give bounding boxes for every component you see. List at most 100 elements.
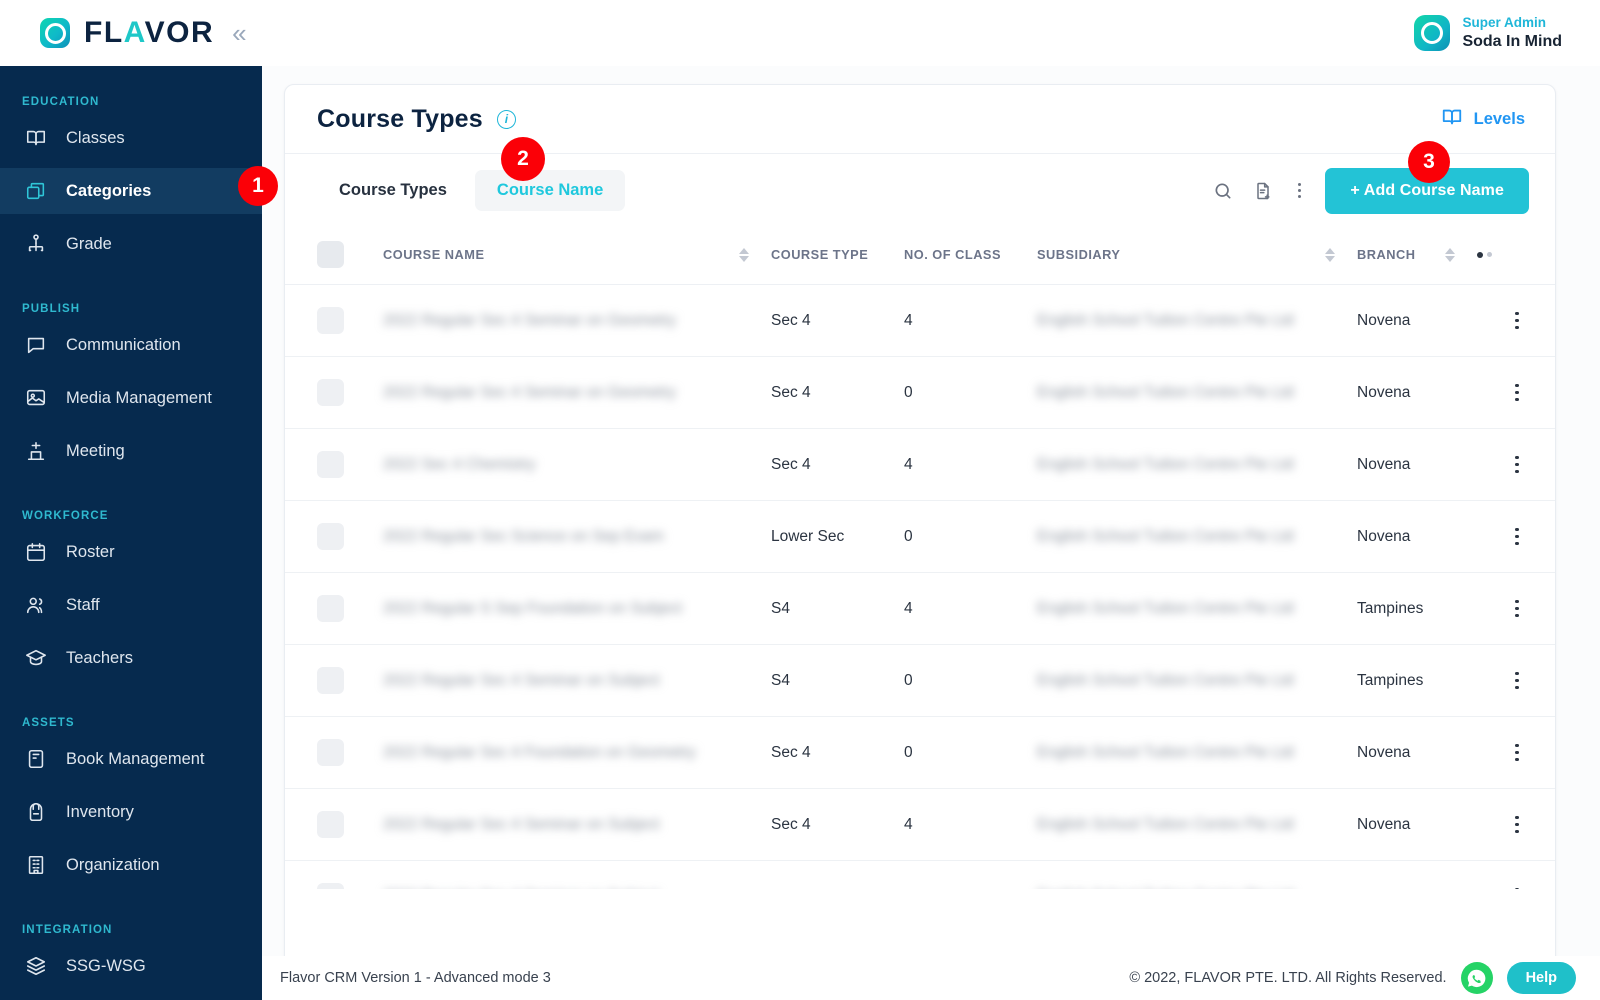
row-select-cell [285,788,383,861]
table-row[interactable]: 2022 Regular S Sep Foundation on Subject… [285,572,1555,645]
sidebar-item-inventory[interactable]: Inventory [0,789,262,835]
chevrons-left-icon[interactable]: « [232,20,246,46]
row-more-icon[interactable] [1477,671,1555,690]
row-checkbox[interactable] [317,739,344,766]
sidebar-item-media-management[interactable]: Media Management [0,375,262,421]
info-circle-icon[interactable]: i [496,109,516,129]
table-row[interactable]: 2022 Regular Sec 4 Seminar on Subject Sec… [285,788,1555,861]
building-icon [24,853,48,877]
graduation-cap-icon [24,646,48,670]
sidebar-item-label: Organization [66,855,160,874]
cell-no-of-class: 0 [904,500,1037,573]
table-row[interactable]: 2022 Sec 4 Chemistry Sec 4 4 English School… [285,428,1555,501]
sidebar-group-assets: ASSETS [22,717,75,729]
cell-course-type: Sec 4 [771,428,904,501]
cell-row-actions [1477,788,1555,861]
row-checkbox[interactable] [317,667,344,694]
sidebar-item-staff[interactable]: Staff [0,582,262,628]
sidebar-item-organization[interactable]: Organization [0,842,262,888]
table-row[interactable]: 2022 Regular Sec 4 Seminar on Geometry Se… [285,356,1555,429]
user-name: Soda In Mind [1462,33,1562,51]
sort-icon-course-name[interactable] [739,247,749,262]
row-checkbox[interactable] [317,379,344,406]
table-row[interactable]: 2022 Regular Sec 4 Foundation on Geometr… [285,716,1555,789]
row-checkbox[interactable] [317,883,344,889]
sidebar-item-ssg-wsg[interactable]: SSG-WSG [0,943,262,989]
cell-no-of-class: 0 [904,356,1037,429]
th-branch[interactable]: BRANCH [1357,227,1477,285]
table-row[interactable]: 2022 Regular Sec 4 Seminar on Geometry Se… [285,284,1555,357]
cell-course-name: 2022 Regular Sec 4 Seminar on Geometry [383,284,771,357]
row-more-icon[interactable] [1477,383,1555,402]
cell-row-actions [1477,860,1555,889]
row-checkbox[interactable] [317,307,344,334]
row-checkbox[interactable] [317,811,344,838]
table-header: COURSE NAME COURSE TYPE NO. OF CLASS SUB… [285,227,1555,285]
row-checkbox[interactable] [317,451,344,478]
row-more-icon[interactable] [1477,887,1555,889]
row-more-icon[interactable] [1477,599,1555,618]
sidebar-item-classes[interactable]: Classes [0,115,262,161]
cell-row-actions [1477,716,1555,789]
row-checkbox[interactable] [317,523,344,550]
tab-list[interactable]: Course Types Course Name [317,170,626,211]
row-select-cell [285,284,383,357]
subsidiary-value: English School Tuition Centre Pte Ltd [1037,599,1294,617]
row-more-icon[interactable] [1477,455,1555,474]
row-select-cell [285,356,383,429]
export-file-icon[interactable] [1252,180,1274,202]
sidebar[interactable]: EDUCATION Classes Categories Grade PUBLISH Co… [0,66,262,1000]
cell-no-of-class: 4 [904,284,1037,357]
more-vertical-icon[interactable] [1292,181,1307,201]
table-scroll-area[interactable]: COURSE NAME COURSE TYPE NO. OF CLASS SUB… [285,227,1555,889]
table-row[interactable]: 2022 Regular Sec Science on Sep Exam Lowe… [285,500,1555,573]
sidebar-item-roster[interactable]: Roster [0,529,262,575]
layers-box-icon [24,179,48,203]
row-select-cell [285,572,383,645]
sidebar-item-teachers[interactable]: Teachers [0,635,262,681]
th-course-name[interactable]: COURSE NAME [383,227,771,285]
th-select-all [285,227,383,285]
cell-subsidiary: English School Tuition Centre Pte Ltd [1037,428,1357,501]
step-badge-1: 1 [238,166,278,206]
sidebar-item-categories[interactable]: Categories [0,168,262,214]
tab-course-types[interactable]: Course Types [317,170,469,211]
cell-branch: Novena [1357,356,1477,429]
cell-subsidiary: English School Tuition Centre Pte Ltd [1037,644,1357,717]
th-subsidiary[interactable]: SUBSIDIARY [1037,227,1357,285]
card-header: Course Types i Levels [285,85,1555,154]
search-icon[interactable] [1212,180,1234,202]
row-more-icon[interactable] [1477,527,1555,546]
brand-logo[interactable]: FLAVOR « [0,18,247,48]
table-row[interactable]: 2022 Regular Sec 4 Seminar on Subject S4 0… [285,644,1555,717]
whatsapp-icon[interactable] [1460,962,1493,994]
sidebar-item-book-management[interactable]: Book Management [0,736,262,782]
row-more-icon[interactable] [1477,311,1555,330]
hierarchy-icon [24,232,48,256]
course-name-value: 2022 Regular Sec 4 Seminar on Subject [383,888,660,890]
subsidiary-value: English School Tuition Centre Pte Ltd [1037,743,1294,761]
column-options-icon[interactable] [1477,251,1555,258]
th-subsidiary-label: SUBSIDIARY [1037,247,1121,262]
cell-subsidiary: English School Tuition Centre Pte Ltd [1037,356,1357,429]
row-more-icon[interactable] [1477,743,1555,762]
table-row[interactable]: 2022 Regular Sec 4 Seminar on Subject Sec… [285,860,1555,890]
levels-button[interactable]: Levels [1441,106,1525,133]
sort-icon-branch[interactable] [1445,247,1455,262]
sidebar-group-publish: PUBLISH [22,303,81,315]
tab-course-name[interactable]: Course Name [474,170,626,211]
user-profile[interactable]: Super Admin Soda In Mind [1414,14,1600,52]
help-button[interactable]: Help [1506,962,1576,994]
sidebar-item-communication[interactable]: Communication [0,322,262,368]
sort-icon-subsidiary[interactable] [1325,247,1335,262]
cell-subsidiary: English School Tuition Centre Pte Ltd [1037,860,1357,889]
cell-course-type: Lower Sec [771,500,904,573]
sidebar-item-meeting[interactable]: Meeting [0,428,262,474]
cell-row-actions [1477,572,1555,645]
subsidiary-value: English School Tuition Centre Pte Ltd [1037,527,1294,545]
sidebar-item-grade[interactable]: Grade [0,221,262,267]
cell-branch: Novena [1357,428,1477,501]
select-all-checkbox[interactable] [317,241,344,268]
row-checkbox[interactable] [317,595,344,622]
row-more-icon[interactable] [1477,815,1555,834]
